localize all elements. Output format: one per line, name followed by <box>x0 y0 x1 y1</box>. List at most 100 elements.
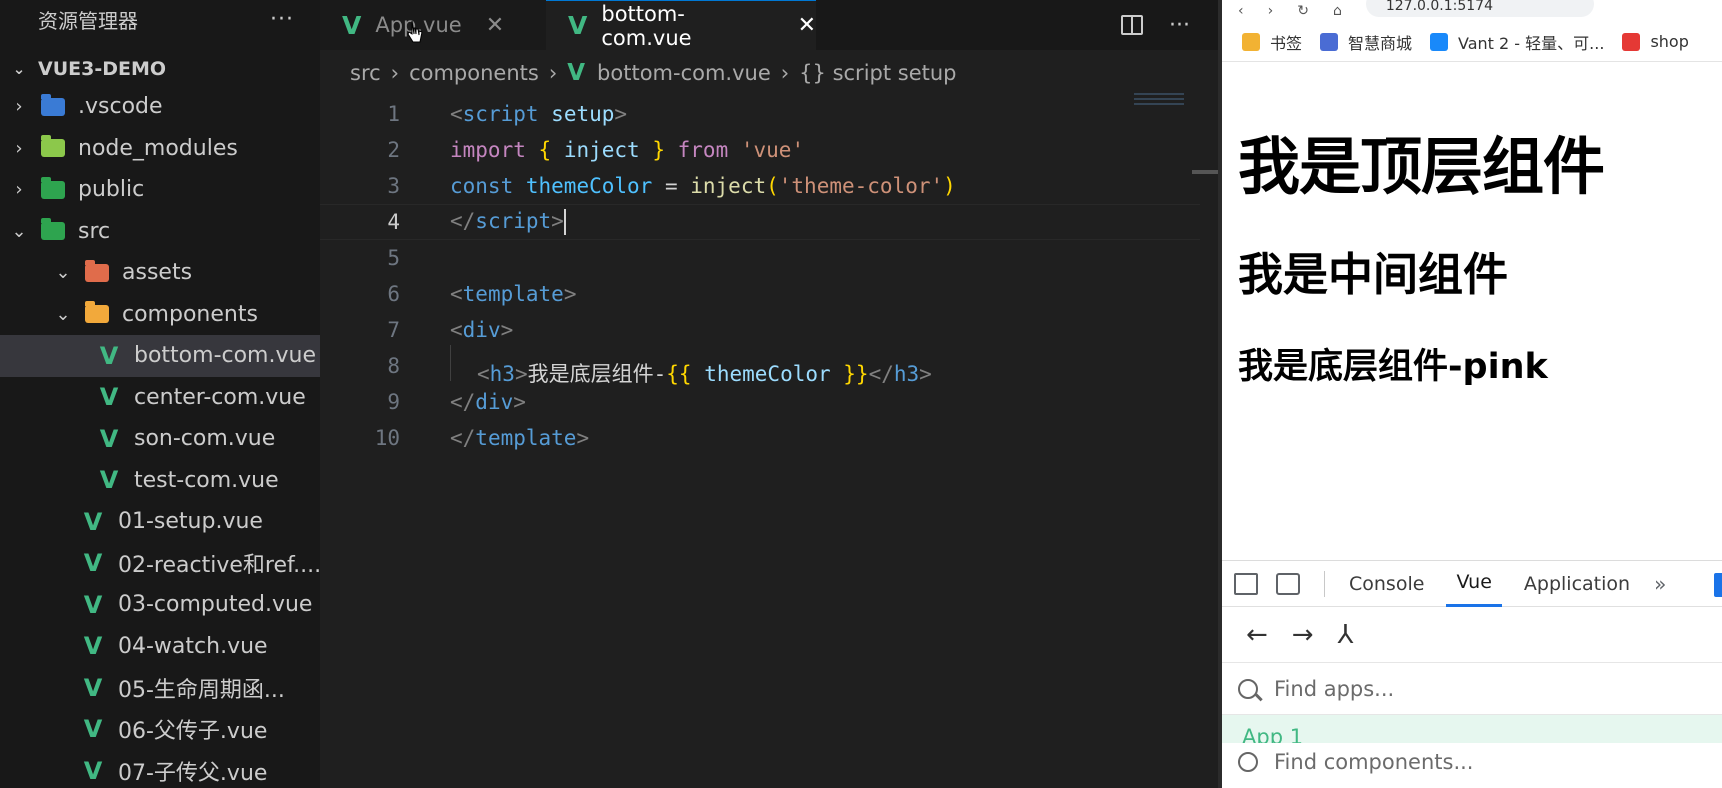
breadcrumb-file[interactable]: bottom-com.vue <box>597 61 771 85</box>
tree-item[interactable]: V 04-watch.vue <box>0 626 320 668</box>
tree-item[interactable]: V 07-子传父.vue <box>0 750 320 788</box>
code-token: h3 <box>893 361 920 386</box>
project-root[interactable]: ⌄ VUE3-DEMO <box>0 52 320 86</box>
chevron-right-icon: › <box>15 137 23 159</box>
tree-item[interactable]: Vson-com.vue <box>0 418 320 460</box>
editor-scrollbar[interactable] <box>1192 170 1218 174</box>
vscode-window: 资源管理器 ··· ⌄ VUE3-DEMO › .vscode › node_modu… <box>0 0 1218 788</box>
reload-icon[interactable]: ↻ <box>1297 3 1309 19</box>
line-number: 7 <box>387 318 400 342</box>
back-icon[interactable]: ‹ <box>1238 3 1244 19</box>
breadcrumb-symbol[interactable]: {} script setup <box>799 61 956 85</box>
tab-bottom-com-vue[interactable]: V bottom-com.vue ✕ <box>546 0 816 50</box>
code-token: themeColor <box>525 174 653 198</box>
breadcrumb-components[interactable]: components <box>409 61 539 85</box>
code-line[interactable]: 4 </script> <box>320 204 1200 240</box>
component-tree-icon[interactable]: ⅄ <box>1338 620 1354 650</box>
inspect-element-icon[interactable] <box>1234 572 1258 595</box>
devtools-settings-icon[interactable] <box>1714 573 1722 597</box>
code-token: </ <box>450 390 476 414</box>
tab-application[interactable]: Application <box>1514 561 1640 607</box>
explorer-sidebar: 资源管理器 ··· ⌄ VUE3-DEMO › .vscode › node_modu… <box>0 0 320 788</box>
tree-item[interactable]: › node_modules <box>0 128 320 170</box>
vue-file-icon: V <box>83 673 103 702</box>
devtools-tab-bar: Console Vue Application » <box>1222 561 1722 607</box>
bookmark-item[interactable]: Vant 2 - 轻量、可... <box>1430 30 1604 54</box>
forward-arrow-icon[interactable]: → <box>1292 620 1314 650</box>
bookmark-item[interactable]: shop <box>1622 32 1689 51</box>
breadcrumb: src › components › V bottom-com.vue › {}… <box>350 56 957 90</box>
tree-item[interactable]: V 05-生命周期函... <box>0 667 320 709</box>
device-toolbar-icon[interactable] <box>1276 572 1300 595</box>
tab-console[interactable]: Console <box>1339 561 1434 607</box>
tab-vue[interactable]: Vue <box>1446 561 1502 607</box>
close-icon[interactable]: ✕ <box>798 13 816 38</box>
minimap[interactable] <box>1134 90 1184 114</box>
text-cursor <box>563 209 566 235</box>
project-name: VUE3-DEMO <box>38 58 167 80</box>
breadcrumb-src[interactable]: src <box>350 61 381 85</box>
tree-item-label: son-com.vue <box>134 426 276 452</box>
vue-file-icon: V <box>99 424 119 453</box>
app-list-item[interactable]: App 1 ▲ <box>1222 715 1722 743</box>
tree-item[interactable]: › public <box>0 169 320 211</box>
line-content: <h3>我是底层组件-{{ themeColor }}</h3> <box>450 344 932 388</box>
code-token: > <box>576 426 590 450</box>
code-token: 'vue' <box>740 138 805 162</box>
collapse-icon[interactable]: ▲ <box>1583 725 1592 743</box>
close-icon[interactable]: ✕ <box>486 13 504 38</box>
vue-file-icon: V <box>568 11 588 40</box>
code-editor[interactable]: 1 <script setup> 2 import { inject } from '… <box>320 96 1200 456</box>
tree-item[interactable]: ⌄ src <box>0 211 320 253</box>
tree-item[interactable]: Vbottom-com.vue <box>0 335 320 377</box>
code-token: import <box>450 138 526 162</box>
tab-app-vue[interactable]: V App.vue ✕ <box>320 0 546 50</box>
assets-folder-icon <box>84 259 110 284</box>
code-line[interactable]: 6 <template> <box>320 276 1200 312</box>
tree-item[interactable]: V 06-父传子.vue <box>0 709 320 751</box>
code-token: ( <box>766 174 779 198</box>
code-token: script <box>475 209 552 233</box>
code-line[interactable]: 5 <box>320 240 1200 276</box>
bookmark-item[interactable]: 书签 <box>1242 30 1302 54</box>
tree-item[interactable]: V 01-setup.vue <box>0 501 320 543</box>
explorer-header: 资源管理器 ··· <box>0 0 320 38</box>
code-line[interactable]: 2 import { inject } from 'vue' <box>320 132 1200 168</box>
tree-item[interactable]: ⌄ components <box>0 294 320 336</box>
tree-item-label: node_modules <box>78 135 238 161</box>
code-line[interactable]: 7 <div> <box>320 312 1200 348</box>
bottom-component-heading: 我是底层组件-pink <box>1238 347 1548 387</box>
chevron-down-icon: ⌄ <box>55 262 71 284</box>
code-line[interactable]: 1 <script setup> <box>320 96 1200 132</box>
vue-file-icon: V <box>83 756 103 785</box>
bookmark-item[interactable]: 智慧商城 <box>1320 30 1412 54</box>
code-token: h3 <box>489 361 515 386</box>
code-line[interactable]: 8 <h3>我是底层组件-{{ themeColor }}</h3> <box>320 344 1200 386</box>
tree-item[interactable]: V 03-computed.vue <box>0 584 320 626</box>
find-components-field[interactable]: Find components... <box>1222 743 1722 781</box>
split-editor-icon[interactable] <box>1121 15 1144 35</box>
editor-more-icon[interactable]: ··· <box>1169 13 1190 38</box>
more-tabs-icon[interactable]: » <box>1654 572 1666 596</box>
code-line[interactable]: 3 const themeColor = inject('theme-color'… <box>320 168 1200 204</box>
home-icon[interactable]: ⌂ <box>1333 3 1342 19</box>
address-bar[interactable]: 127.0.0.1:5174 <box>1365 0 1594 17</box>
vue-file-icon: V <box>83 715 103 744</box>
tree-item[interactable]: ⌄ assets <box>0 252 320 294</box>
tree-item[interactable]: › .vscode <box>0 86 320 128</box>
tree-item[interactable]: V 02-reactive和ref.... <box>0 543 320 585</box>
vue-file-icon: V <box>99 341 119 370</box>
code-token: inject <box>690 174 767 198</box>
tree-item-label: 07-子传父.vue <box>118 760 268 786</box>
tree-item[interactable]: Vcenter-com.vue <box>0 377 320 419</box>
forward-icon[interactable]: › <box>1268 3 1274 19</box>
tree-item[interactable]: Vtest-com.vue <box>0 460 320 502</box>
explorer-more-icon[interactable]: ··· <box>270 7 294 32</box>
tree-item-label: 04-watch.vue <box>118 633 268 659</box>
mouse-pointer-icon <box>407 20 423 43</box>
code-line[interactable]: 10 </template> <box>320 420 1200 456</box>
find-apps-field[interactable]: Find apps... <box>1222 663 1722 715</box>
back-arrow-icon[interactable]: ← <box>1246 620 1268 650</box>
code-line[interactable]: 9 </div> <box>320 384 1200 420</box>
public-folder-icon <box>40 176 66 201</box>
